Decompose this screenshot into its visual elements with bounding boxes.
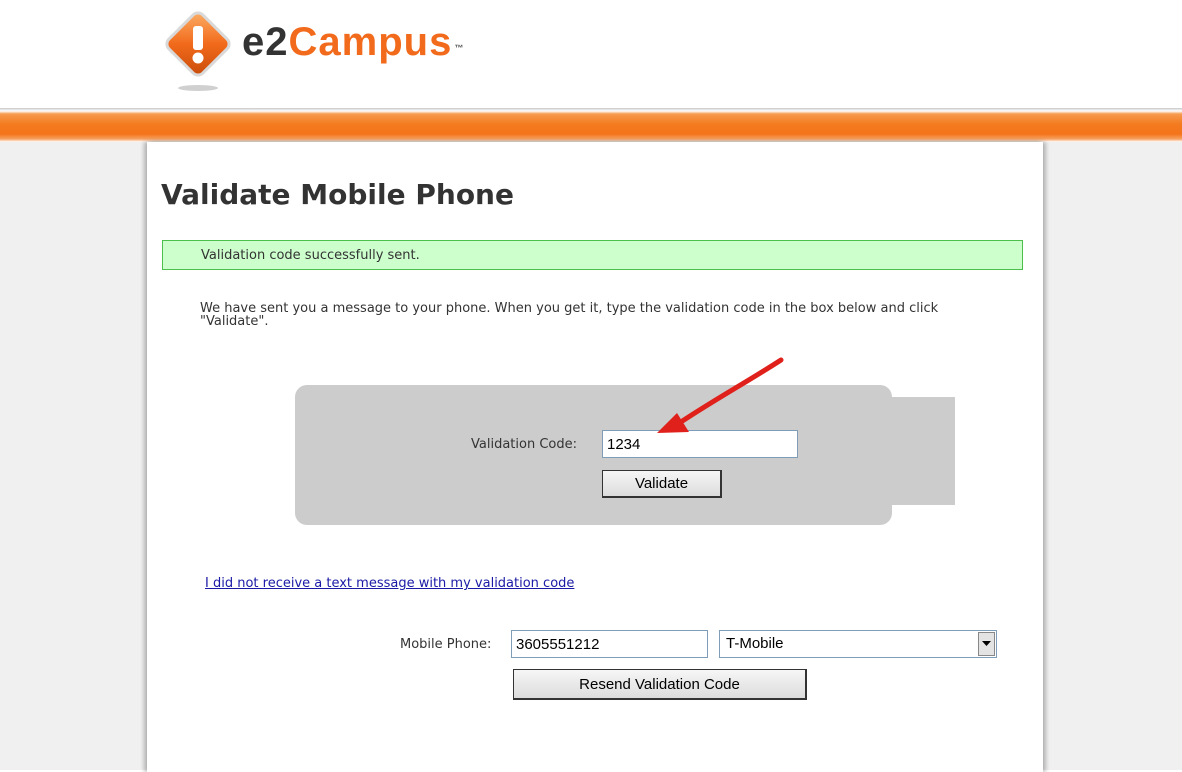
no-text-message-link[interactable]: I did not receive a text message with my… — [205, 576, 574, 591]
validation-code-label: Validation Code: — [471, 437, 577, 452]
validation-code-input[interactable] — [602, 430, 798, 458]
page-title: Validate Mobile Phone — [161, 178, 514, 211]
main-content: Validate Mobile Phone Validation code su… — [147, 142, 1043, 772]
validation-panel: Validation Code: Validate — [295, 385, 892, 525]
chevron-down-icon[interactable] — [978, 632, 995, 656]
mobile-phone-input[interactable] — [511, 630, 708, 658]
logo-text-campus: Campus — [288, 20, 453, 64]
carrier-selected-value: T-Mobile — [726, 635, 784, 652]
success-message: Validation code successfully sent. — [201, 248, 420, 263]
success-message-box: Validation code successfully sent. — [162, 240, 1023, 270]
page-background-right — [1043, 142, 1182, 770]
logo-wordmark: e2Campus ™ — [242, 18, 464, 66]
page-background-left — [0, 142, 147, 770]
site-header: e2Campus ™ — [0, 0, 1182, 108]
header-orange-bar — [0, 108, 1182, 142]
resend-validation-code-button[interactable]: Resend Validation Code — [513, 669, 807, 700]
trademark-symbol: ™ — [454, 43, 465, 53]
alert-diamond-icon — [165, 11, 231, 91]
e2campus-logo[interactable]: e2Campus ™ — [158, 4, 518, 94]
instructions-text: We have sent you a message to your phone… — [200, 301, 939, 329]
mobile-phone-label: Mobile Phone: — [400, 637, 492, 652]
validate-button[interactable]: Validate — [602, 470, 722, 498]
logo-text-e2: e2 — [242, 20, 289, 64]
carrier-select[interactable]: T-Mobile — [719, 630, 997, 658]
panel-side-tab — [887, 397, 955, 505]
